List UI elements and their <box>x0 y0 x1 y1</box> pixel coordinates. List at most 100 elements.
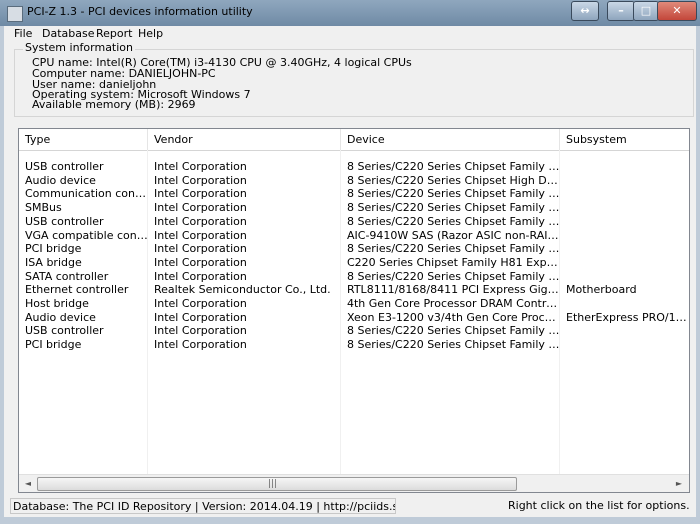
cell-type: SATA controller <box>25 269 109 283</box>
cell-type: ISA bridge <box>25 255 82 269</box>
cell-subsystem: Motherboard <box>566 283 637 297</box>
status-bar: Database: The PCI ID Repository | Versio… <box>4 495 696 517</box>
table-row[interactable]: SATA controller Intel Corporation 8 Series… <box>19 270 689 284</box>
column-subsystem[interactable]: Subsystem <box>560 129 689 150</box>
title-bar[interactable]: PCI-Z 1.3 - PCI devices information util… <box>0 0 700 26</box>
cell-device: 8 Series/C220 Series Chipset Family US..… <box>347 214 560 228</box>
cell-type: Host bridge <box>25 297 89 310</box>
cell-subsystem <box>560 324 689 338</box>
cell-subsystem <box>560 256 689 270</box>
cell-vendor: Realtek Semiconductor Co., Ltd. <box>154 283 331 297</box>
table-row[interactable]: ISA bridge Intel Corporation C220 Series C… <box>19 256 689 270</box>
cell-device: 8 Series/C220 Series Chipset Family SM..… <box>347 201 560 215</box>
table-row[interactable]: SMBus Intel Corporation 8 Series/C220 Seri… <box>19 201 689 215</box>
cell-type: USB controller <box>25 324 104 338</box>
cell-type: Audio device <box>25 310 96 324</box>
cell-device: 4th Gen Core Processor DRAM Controller <box>347 297 560 310</box>
menu-database[interactable]: Database <box>42 27 95 40</box>
table-row[interactable]: Ethernet controller Realtek Semiconductor… <box>19 283 689 297</box>
status-hint: Right click on the list for options. <box>508 499 690 512</box>
cell-subsystem: EtherExpress PRO/100 S <box>566 310 689 324</box>
scroll-grip-icon: ||| <box>268 479 278 489</box>
cell-vendor: Intel Corporation <box>154 338 247 352</box>
menu-file[interactable]: File <box>14 27 32 40</box>
minimize-button[interactable]: – <box>607 1 635 21</box>
table-row[interactable]: VGA compatible contro... Intel Corporatio… <box>19 229 689 243</box>
cell-subsystem <box>560 242 689 256</box>
table-row[interactable]: PCI bridge Intel Corporation 8 Series/C220… <box>19 338 689 352</box>
menu-report[interactable]: Report <box>96 27 132 40</box>
cell-vendor: Intel Corporation <box>154 201 247 215</box>
table-row[interactable]: USB controller Intel Corporation 8 Series/… <box>19 160 689 174</box>
cell-vendor: Intel Corporation <box>154 160 247 173</box>
table-row[interactable]: USB controller Intel Corporation 8 Series/… <box>19 215 689 229</box>
system-information-group: System information CPU name: Intel(R) Co… <box>4 41 696 120</box>
status-database-info: Database: The PCI ID Repository | Versio… <box>10 498 396 514</box>
table-row[interactable]: Host bridge Intel Corporation 4th Gen Core… <box>19 297 689 311</box>
app-window: PCI-Z 1.3 - PCI devices information util… <box>0 0 700 524</box>
column-type[interactable]: Type <box>19 129 148 150</box>
cell-subsystem <box>560 160 689 174</box>
cell-vendor: Intel Corporation <box>154 324 247 338</box>
table-row[interactable]: Audio device Intel Corporation 8 Series/C2… <box>19 174 689 188</box>
group-title: System information <box>23 41 136 54</box>
maximize-button[interactable]: □ <box>633 1 659 21</box>
list-header: Type Vendor Device Subsystem <box>19 129 689 151</box>
cell-type: Communication contro... <box>25 187 148 201</box>
table-row[interactable]: USB controller Intel Corporation 8 Series/… <box>19 324 689 338</box>
cell-subsystem <box>560 297 689 311</box>
cell-device: C220 Series Chipset Family H81 Express..… <box>347 255 560 269</box>
cell-device: AIC-9410W SAS (Razor ASIC non-RAID) <box>347 228 560 242</box>
cell-device: 8 Series/C220 Series Chipset Family US..… <box>347 160 560 173</box>
table-row[interactable]: Communication contro... Intel Corporation… <box>19 187 689 201</box>
cell-device: 8 Series/C220 Series Chipset Family PCI.… <box>347 242 560 256</box>
menu-bar: File Database Report Help <box>4 26 696 42</box>
cell-vendor: Intel Corporation <box>154 255 247 269</box>
device-panel: Type Vendor Device Subsystem USB control… <box>4 120 696 495</box>
cell-subsystem <box>560 229 689 243</box>
cell-device: 8 Series/C220 Series Chipset High Defini… <box>347 173 560 187</box>
cell-vendor: Intel Corporation <box>154 269 247 283</box>
cell-subsystem <box>560 338 689 352</box>
cell-subsystem <box>560 174 689 188</box>
cell-vendor: Intel Corporation <box>154 214 247 228</box>
cell-type: USB controller <box>25 160 104 173</box>
available-memory: Available memory (MB): 2969 <box>32 98 196 111</box>
close-button[interactable]: ✕ <box>657 1 697 21</box>
cell-device: 8 Series/C220 Series Chipset Family ME..… <box>347 187 560 201</box>
cell-type: SMBus <box>25 201 62 215</box>
cell-device: RTL8111/8168/8411 PCI Express Gigabit ..… <box>347 283 560 297</box>
resize-button[interactable]: ↔ <box>571 1 599 21</box>
cell-type: Ethernet controller <box>25 283 129 297</box>
menu-help[interactable]: Help <box>138 27 163 40</box>
cell-type: USB controller <box>25 214 104 228</box>
cell-type: PCI bridge <box>25 242 82 256</box>
table-row[interactable]: PCI bridge Intel Corporation 8 Series/C220… <box>19 242 689 256</box>
cell-device: 8 Series/C220 Series Chipset Family 6-p.… <box>347 269 560 283</box>
app-icon <box>7 6 23 22</box>
cell-vendor: Intel Corporation <box>154 228 247 242</box>
cell-vendor: Intel Corporation <box>154 297 247 310</box>
window-title: PCI-Z 1.3 - PCI devices information util… <box>27 5 253 18</box>
table-row[interactable]: Audio device Intel Corporation Xeon E3-120… <box>19 311 689 325</box>
cell-subsystem <box>560 270 689 284</box>
column-device[interactable]: Device <box>341 129 560 150</box>
cell-type: VGA compatible contro... <box>25 228 148 242</box>
scroll-left-arrow-icon[interactable]: ◄ <box>20 476 36 491</box>
cell-subsystem <box>560 215 689 229</box>
cell-subsystem <box>560 201 689 215</box>
column-vendor[interactable]: Vendor <box>148 129 341 150</box>
cell-device: Xeon E3-1200 v3/4th Gen Core Processo... <box>347 310 560 324</box>
scroll-thumb[interactable]: ||| <box>37 477 517 491</box>
cell-device: 8 Series/C220 Series Chipset Family US..… <box>347 324 560 338</box>
cell-type: Audio device <box>25 173 96 187</box>
cell-vendor: Intel Corporation <box>154 242 247 256</box>
cell-subsystem <box>560 187 689 201</box>
scroll-right-arrow-icon[interactable]: ► <box>671 476 687 491</box>
cell-vendor: Intel Corporation <box>154 310 247 324</box>
cell-vendor: Intel Corporation <box>154 187 247 201</box>
cell-device: 8 Series/C220 Series Chipset Family PCI.… <box>347 338 560 352</box>
cell-vendor: Intel Corporation <box>154 173 247 187</box>
device-list[interactable]: Type Vendor Device Subsystem USB control… <box>18 128 690 493</box>
horizontal-scrollbar[interactable]: ◄ ||| ► <box>19 474 689 492</box>
